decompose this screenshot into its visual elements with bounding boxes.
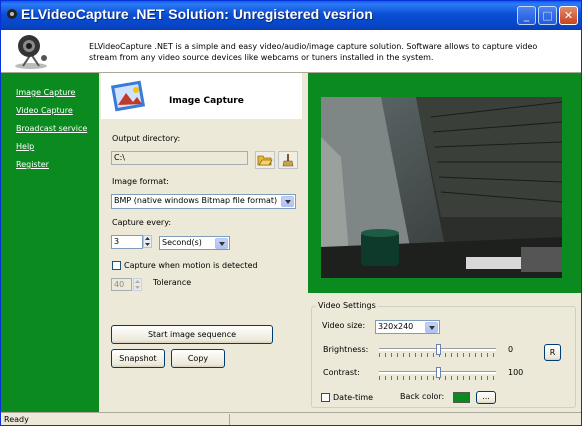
video-size-select[interactable]: 320x240 (375, 320, 440, 334)
copy-button[interactable]: Copy (171, 349, 225, 368)
tolerance-label: Tolerance (153, 278, 192, 287)
sidebar: Image Capture Video Capture Broadcast se… (1, 73, 99, 412)
title-bar[interactable]: ELVideoCapture .NET Solution: Unregister… (1, 1, 581, 30)
tolerance-input[interactable]: 40 (111, 278, 132, 291)
section-title: Image Capture (169, 96, 244, 106)
capture-every-spinner[interactable] (143, 235, 152, 248)
chevron-down-icon (425, 322, 438, 333)
video-preview[interactable] (321, 97, 562, 278)
spinner-arrows-icon (145, 237, 150, 246)
main-window: ELVideoCapture .NET Solution: Unregister… (0, 0, 582, 426)
window-title: ELVideoCapture .NET Solution: Unregister… (21, 6, 373, 22)
datetime-checkbox[interactable] (321, 393, 330, 402)
back-color-browse-button[interactable]: ... (476, 391, 496, 404)
output-dir-field[interactable]: C:\ (111, 151, 248, 165)
video-size-value: 320x240 (378, 322, 414, 331)
minimize-button[interactable]: _ (517, 6, 536, 25)
close-button[interactable]: ✕ (559, 6, 578, 25)
clear-folder-button[interactable] (278, 151, 298, 169)
image-format-value: BMP (native windows Bitmap file format) (114, 196, 278, 205)
chevron-down-icon (281, 196, 294, 207)
capture-unit-select[interactable]: Second(s) (159, 236, 230, 250)
snapshot-button[interactable]: Snapshot (111, 349, 165, 368)
section-header: Image Capture (101, 73, 302, 119)
reset-button[interactable]: R (544, 344, 561, 361)
webcam-video-frame (321, 97, 562, 278)
brightness-label: Brightness: (323, 345, 369, 354)
sidebar-item-broadcast-service[interactable]: Broadcast service (16, 124, 87, 133)
broom-icon (282, 154, 294, 167)
capture-every-label: Capture every: (112, 218, 172, 227)
maximize-button[interactable]: □ (538, 6, 557, 25)
motion-checkbox[interactable] (112, 261, 121, 270)
sidebar-item-help[interactable]: Help (16, 142, 34, 151)
brightness-slider-thumb[interactable] (435, 344, 441, 355)
sidebar-item-video-capture[interactable]: Video Capture (16, 106, 73, 115)
sidebar-item-image-capture[interactable]: Image Capture (16, 88, 75, 97)
start-sequence-button[interactable]: Start image sequence (111, 325, 273, 344)
output-dir-label: Output directory: (112, 134, 181, 143)
app-icon (7, 9, 17, 19)
image-format-label: Image format: (112, 177, 169, 186)
app-description: ELVideoCapture .NET is a simple and easy… (89, 42, 538, 62)
video-preview-frame (308, 73, 581, 293)
datetime-label: Date-time (333, 393, 374, 402)
motion-label: Capture when motion is detected (124, 261, 258, 270)
chevron-down-icon (215, 238, 228, 249)
folder-open-icon (257, 155, 273, 166)
webcam-logo-icon (15, 35, 47, 69)
tolerance-spinner[interactable] (133, 278, 142, 291)
image-capture-icon (110, 80, 146, 112)
contrast-value: 100 (508, 368, 524, 377)
brightness-value: 0 (508, 345, 514, 354)
capture-unit-value: Second(s) (162, 238, 202, 247)
status-text: Ready (4, 415, 29, 424)
back-color-label: Back color: (400, 392, 445, 401)
contrast-slider-thumb[interactable] (435, 367, 441, 378)
spinner-arrows-icon (135, 280, 140, 289)
video-settings-title: Video Settings (316, 301, 378, 310)
app-header: ELVideoCapture .NET is a simple and easy… (1, 30, 581, 73)
status-bar: Ready (1, 412, 581, 425)
capture-every-input[interactable]: 3 (111, 235, 143, 249)
back-color-swatch[interactable] (453, 392, 470, 403)
status-divider (229, 414, 230, 425)
browse-folder-button[interactable] (255, 151, 275, 169)
image-format-select[interactable]: BMP (native windows Bitmap file format) (111, 194, 296, 209)
sidebar-item-register[interactable]: Register (16, 160, 49, 169)
video-size-label: Video size: (322, 321, 366, 330)
contrast-label: Contrast: (323, 368, 360, 377)
